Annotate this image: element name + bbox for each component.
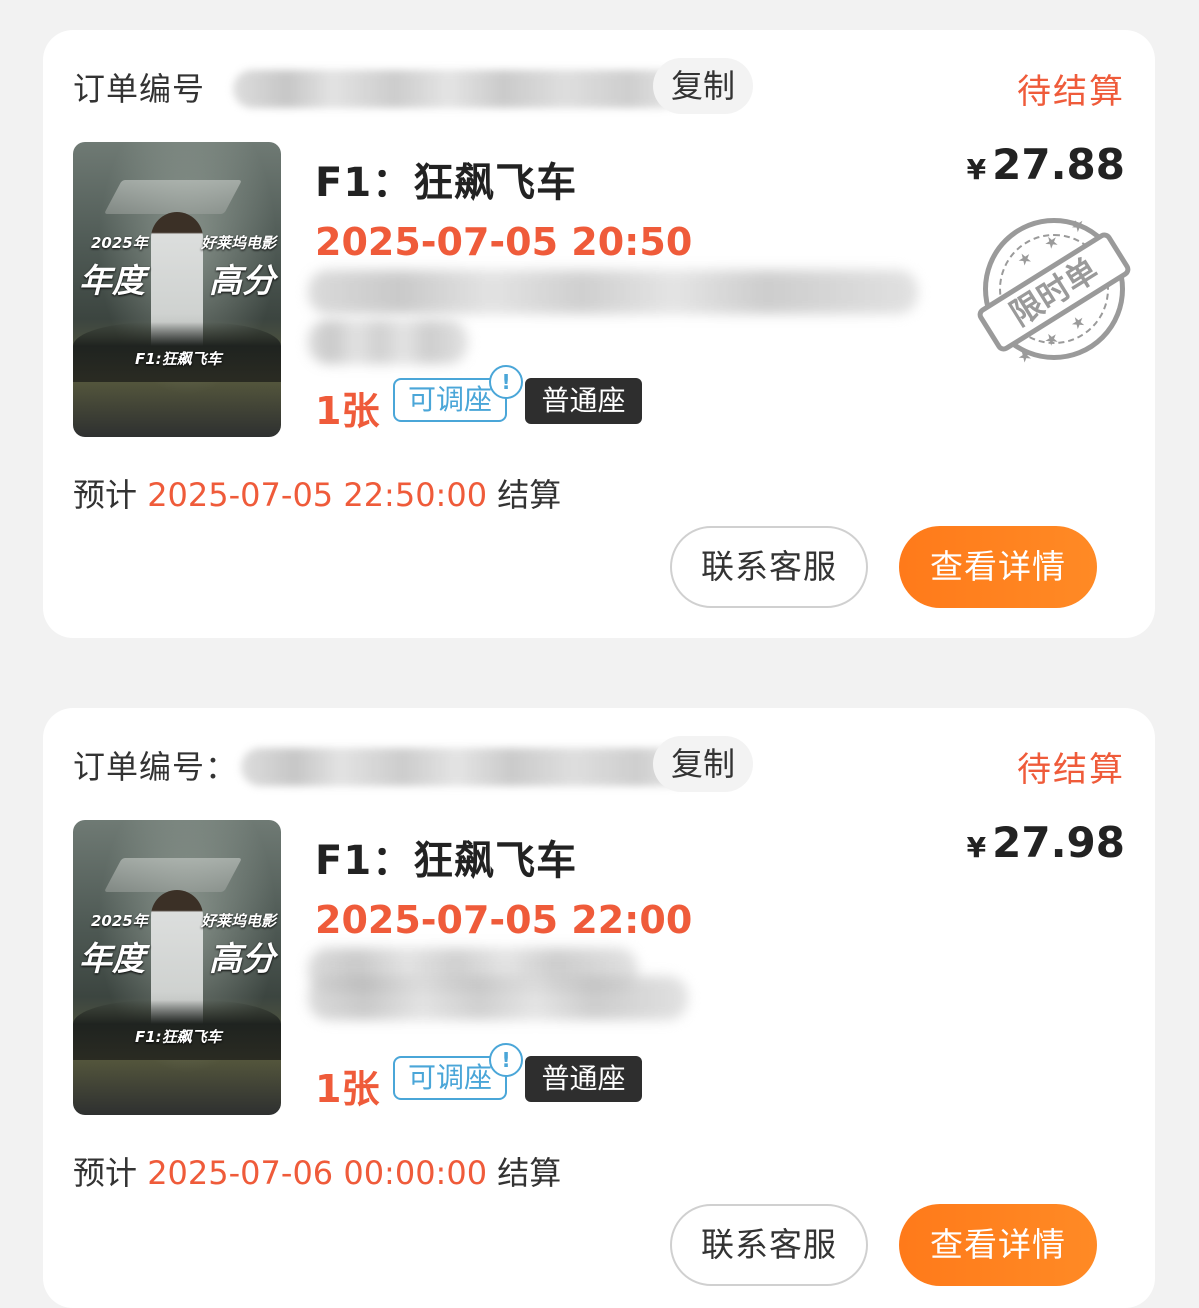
order-price: ¥27.88 [967,140,1125,189]
copy-order-number-button[interactable]: 复制 [653,736,753,792]
seat-type-tag: 普通座 [525,1056,642,1102]
f1-logo-icon [103,858,243,892]
view-details-button[interactable]: 查看详情 [899,1204,1097,1286]
poster-studio: 好莱坞电影 [201,912,277,930]
poster-badge-left: 年度 [79,939,145,978]
seat-type-tag: 普通座 [525,378,642,424]
poster-badge-right: 高分 [209,261,275,300]
contact-service-button[interactable]: 联系客服 [670,526,868,608]
settle-prefix: 预计 [73,1154,148,1192]
poster-badge-right: 高分 [209,939,275,978]
order-number-redacted [233,70,683,108]
currency-symbol: ¥ [966,153,987,186]
limited-time-stamp-icon: ★ ★ ★ 限时单 ★ ★ ★ [974,210,1134,368]
settlement-time: 预计 2025-07-05 22:50:00 结算 [73,470,561,516]
view-details-button[interactable]: 查看详情 [899,526,1097,608]
cinema-hall-redacted [308,320,468,364]
movie-title: F1：狂飙飞车 [315,838,578,884]
settle-suffix: 结算 [487,1154,562,1192]
order-card: 订单编号 复制 待结算 2025年 好莱坞电影 年度 高分 F1:狂飙飞车 F1… [43,30,1155,638]
order-number-label: 订单编号： [73,748,239,786]
ticket-count: 1张 [315,389,380,433]
settle-datetime: 2025-07-06 00:00:00 [147,1154,488,1192]
poster-year: 2025年 [91,912,148,930]
poster-badge-left: 年度 [79,261,145,300]
showtime: 2025-07-05 22:00 [315,898,693,942]
contact-service-button[interactable]: 联系客服 [670,1204,868,1286]
settle-prefix: 预计 [73,476,148,514]
movie-title: F1：狂飙飞车 [315,160,578,206]
poster-year: 2025年 [91,234,148,252]
f1-logo-icon [103,180,243,214]
order-price: ¥27.98 [967,818,1125,867]
movie-poster[interactable]: 2025年 好莱坞电影 年度 高分 F1:狂飙飞车 [73,820,281,1115]
showtime: 2025-07-05 20:50 [315,220,693,264]
order-list-page: 订单编号 复制 待结算 2025年 好莱坞电影 年度 高分 F1:狂飙飞车 F1… [0,0,1199,1308]
poster-title: F1:狂飙飞车 [135,1028,222,1046]
settlement-time: 预计 2025-07-06 00:00:00 结算 [73,1148,561,1194]
settle-suffix: 结算 [487,476,562,514]
cinema-address-redacted [308,270,918,314]
cinema-hall-redacted [308,976,688,1020]
price-value: 27.88 [992,140,1125,189]
order-card: 订单编号： 复制 待结算 2025年 好莱坞电影 年度 高分 F1:狂飙飞车 F… [43,708,1155,1308]
ticket-count: 1张 [315,1067,380,1111]
movie-poster[interactable]: 2025年 好莱坞电影 年度 高分 F1:狂飙飞车 [73,142,281,437]
poster-studio: 好莱坞电影 [201,234,277,252]
copy-order-number-button[interactable]: 复制 [653,58,753,114]
info-alert-icon[interactable]: ! [489,365,523,399]
order-status: 待结算 [1017,72,1125,112]
price-value: 27.98 [992,818,1125,867]
order-number-label: 订单编号 [73,70,206,108]
poster-title: F1:狂飙飞车 [135,350,222,368]
settle-datetime: 2025-07-05 22:50:00 [147,476,488,514]
currency-symbol: ¥ [966,831,987,864]
info-alert-icon[interactable]: ! [489,1043,523,1077]
order-number-redacted [241,748,691,786]
order-status: 待结算 [1017,750,1125,790]
